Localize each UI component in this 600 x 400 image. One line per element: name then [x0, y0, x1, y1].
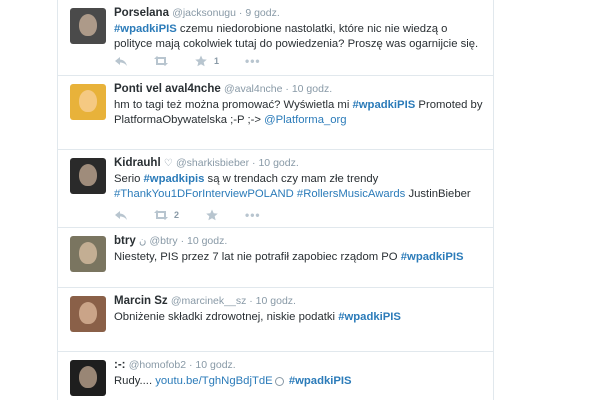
avatar-face [79, 14, 97, 36]
separator-dot: · [177, 235, 187, 247]
retweet-button[interactable] [154, 55, 168, 67]
separator-dot: · [235, 7, 246, 19]
favorite-button[interactable]: 1 [194, 55, 219, 67]
text-link[interactable]: youtu.be/TghNgBdjTdE [155, 375, 272, 387]
timestamp[interactable]: 10 godz. [195, 359, 235, 371]
separator-dot: · [282, 83, 292, 95]
favorite-button[interactable] [205, 209, 219, 221]
hashtag-link[interactable]: #wpadkiPIS [114, 23, 177, 35]
retweet-icon [154, 55, 168, 67]
avatar[interactable] [70, 296, 106, 332]
avatar[interactable] [70, 158, 106, 194]
text-link[interactable]: @Platforma_org [264, 114, 346, 126]
tweet-item[interactable]: Ponti vel aval4nche @aval4nche · 10 godz… [58, 76, 493, 150]
fullname[interactable]: Ponti vel aval4nche [114, 83, 221, 95]
username[interactable]: @aval4nche [224, 83, 283, 95]
tweet-content: Marcin Sz @marcinek__sz · 10 godz. Obniże… [114, 294, 487, 325]
fullname[interactable]: Kidrauhl [114, 157, 161, 169]
timestamp[interactable]: 10 godz. [292, 83, 332, 95]
tweet-actions: 2 ••• [114, 208, 287, 222]
avatar-face [79, 302, 97, 324]
fullname[interactable]: Porselana [114, 7, 169, 19]
tweet-text: Rudy.... youtu.be/TghNgBdjTdE◯ #wpadkiPI… [114, 374, 487, 389]
tweet-content: btry ن @btry · 10 godz. Niestety, PIS prz… [114, 234, 487, 265]
tweet-text: Niestety, PIS przez 7 lat nie potrafił z… [114, 250, 487, 265]
tweet-item[interactable]: Porselana @jacksonugu · 9 godz. #wpadkiPI… [58, 0, 493, 76]
retweet-button[interactable]: 2 [154, 209, 179, 221]
tweet-header: Porselana @jacksonugu · 9 godz. [114, 6, 487, 21]
name-symbol: ♡ [163, 158, 173, 169]
tweet-content: Ponti vel aval4nche @aval4nche · 10 godz… [114, 82, 487, 128]
more-options-icon[interactable]: ••• [245, 208, 261, 222]
timestamp[interactable]: 10 godz. [258, 157, 298, 169]
avatar-face [79, 164, 97, 186]
avatar-face [79, 242, 97, 264]
tweet-item[interactable]: btry ن @btry · 10 godz. Niestety, PIS prz… [58, 228, 493, 288]
tweet-header: btry ن @btry · 10 godz. [114, 234, 487, 249]
hashtag-link[interactable]: #wpadkiPIS [401, 251, 464, 263]
tweet-actions: 1 ••• [114, 54, 287, 68]
reply-icon [114, 55, 128, 67]
hashtag-link[interactable]: #wpadkiPIS [338, 311, 401, 323]
tweet-item[interactable]: Kidrauhl ♡ @sharkisbieber · 10 godz. Seri… [58, 150, 493, 228]
tweet-header: :-: @homofob2 · 10 godz. [114, 358, 487, 373]
tweet-item[interactable]: :-: @homofob2 · 10 godz. Rudy.... youtu.b… [58, 352, 493, 400]
text-segment: JustinBieber [405, 188, 471, 200]
text-link[interactable]: #ThankYou1DForInterviewPOLAND #RollersMu… [114, 188, 405, 200]
reply-button[interactable] [114, 55, 128, 67]
separator-dot: · [246, 295, 256, 307]
tweet-item[interactable]: Marcin Sz @marcinek__sz · 10 godz. Obniże… [58, 288, 493, 352]
more-options-icon[interactable]: ••• [245, 54, 261, 68]
username[interactable]: @jacksonugu [172, 7, 236, 19]
text-segment: są w trendach czy mam złe trendy [204, 173, 379, 185]
favorite-count: 1 [214, 56, 220, 66]
tweet-header: Kidrauhl ♡ @sharkisbieber · 10 godz. [114, 156, 487, 171]
star-icon [205, 209, 219, 221]
timestamp[interactable]: 10 godz. [256, 295, 296, 307]
text-segment: Obniżenie składki zdrowotnej, niskie pod… [114, 311, 339, 323]
reply-button[interactable] [114, 209, 128, 221]
avatar[interactable] [70, 84, 106, 120]
tweet-header: Ponti vel aval4nche @aval4nche · 10 godz… [114, 82, 487, 97]
tweet-timeline: Porselana @jacksonugu · 9 godz. #wpadkiPI… [57, 0, 494, 400]
hashtag-link[interactable]: #wpadkiPIS [352, 99, 415, 111]
text-segment: Serio [114, 173, 144, 185]
tweet-text: #wpadkiPIS czemu niedorobione nastolatki… [114, 22, 487, 52]
tweet-text: hm to tagi też można promować? Wyświetla… [114, 98, 487, 128]
tweet-content: :-: @homofob2 · 10 godz. Rudy.... youtu.b… [114, 358, 487, 389]
username[interactable]: @marcinek__sz [171, 295, 246, 307]
username[interactable]: @homofob2 [129, 359, 186, 371]
reply-icon [114, 209, 128, 221]
circle-icon: ◯ [274, 377, 284, 386]
username[interactable]: @btry [149, 235, 177, 247]
hashtag-link[interactable]: #wpadkiPIS [289, 375, 352, 387]
avatar-face [79, 90, 97, 112]
avatar-face [79, 366, 97, 388]
tweet-content: Porselana @jacksonugu · 9 godz. #wpadkiPI… [114, 6, 487, 52]
fullname[interactable]: Marcin Sz [114, 295, 168, 307]
timestamp[interactable]: 10 godz. [187, 235, 227, 247]
tweet-text: Obniżenie składki zdrowotnej, niskie pod… [114, 310, 487, 325]
fullname[interactable]: :-: [114, 359, 126, 371]
retweet-count: 2 [174, 210, 180, 220]
avatar[interactable] [70, 8, 106, 44]
text-segment: Rudy.... [114, 375, 156, 387]
text-segment: Niestety, PIS przez 7 lat nie potrafił z… [114, 251, 401, 263]
text-segment: hm to tagi też można promować? Wyświetla… [114, 99, 353, 111]
tweet-content: Kidrauhl ♡ @sharkisbieber · 10 godz. Seri… [114, 156, 487, 202]
avatar[interactable] [70, 360, 106, 396]
hashtag-link[interactable]: #wpadkipis [144, 173, 205, 185]
tweet-text: Serio #wpadkipis są w trendach czy mam z… [114, 172, 487, 202]
avatar[interactable] [70, 236, 106, 272]
retweet-icon [154, 209, 168, 221]
fullname[interactable]: btry [114, 235, 136, 247]
tweet-header: Marcin Sz @marcinek__sz · 10 godz. [114, 294, 487, 309]
timestamp[interactable]: 9 godz. [245, 7, 279, 19]
name-symbol: ن [138, 236, 147, 247]
star-icon [194, 55, 208, 67]
username[interactable]: @sharkisbieber [176, 157, 249, 169]
